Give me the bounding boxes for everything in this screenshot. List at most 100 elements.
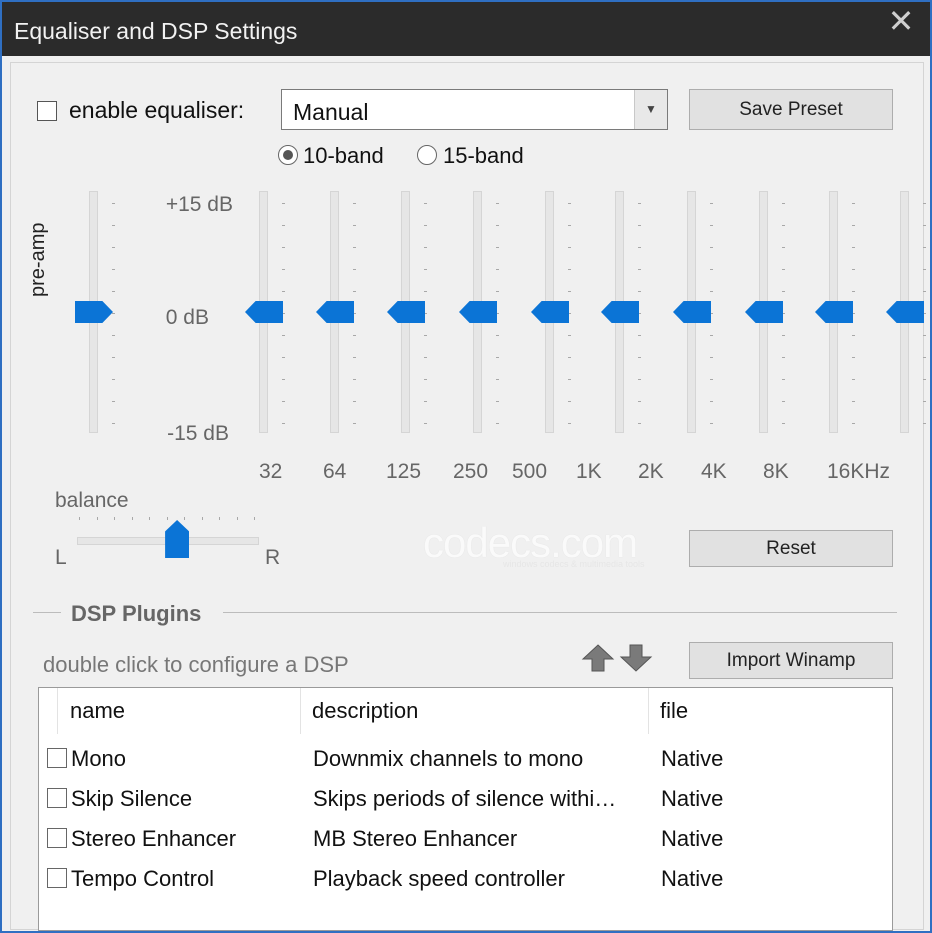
radio-10-band-label: 10-band	[303, 143, 384, 168]
reset-button[interactable]: Reset	[689, 530, 893, 567]
balance-tick	[201, 517, 203, 520]
column-header-name[interactable]: name	[70, 698, 125, 724]
band-125-slider-thumb[interactable]	[387, 301, 425, 323]
plugin-name: Skip Silence	[71, 786, 193, 811]
balance-tick	[184, 517, 185, 520]
enable-equaliser-label: enable equaliser:	[69, 97, 245, 123]
band-8K-slider-thumb[interactable]	[815, 301, 853, 323]
radio-15-band[interactable]	[417, 145, 437, 165]
plugin-description: MB Stereo Enhancer	[313, 826, 518, 851]
import-winamp-button[interactable]: Import Winamp	[689, 642, 893, 679]
enable-equaliser-checkbox[interactable]	[37, 101, 57, 121]
slider-tick	[424, 335, 427, 336]
slider-tick	[282, 291, 285, 292]
band-64-slider-thumb[interactable]	[316, 301, 354, 323]
plugin-enable-checkbox[interactable]	[47, 788, 67, 808]
slider-tick	[424, 269, 427, 270]
preamp-slider-thumb[interactable]	[75, 301, 113, 323]
slider-tick	[353, 203, 356, 204]
plugin-file: Native	[661, 786, 724, 811]
slider-tick	[568, 247, 571, 248]
plugin-file: Native	[661, 826, 724, 851]
slider-tick	[782, 291, 785, 292]
slider-tick	[353, 401, 356, 402]
plugin-enable-checkbox[interactable]	[47, 868, 67, 888]
slider-tick	[852, 225, 855, 226]
slider-tick	[112, 357, 115, 358]
slider-tick	[353, 357, 356, 358]
table-row[interactable]: Mono Downmix channels to mono Native	[39, 738, 892, 778]
slider-tick	[112, 269, 115, 270]
column-separator	[300, 688, 301, 734]
dsp-plugin-table[interactable]: name description file Mono Downmix chann…	[38, 687, 893, 931]
plugin-description: Downmix channels to mono	[313, 746, 584, 771]
table-row[interactable]: Tempo Control Playback speed controller …	[39, 858, 892, 898]
column-separator	[57, 688, 58, 734]
band-16KHz-slider-thumb[interactable]	[886, 301, 924, 323]
slider-tick	[282, 423, 285, 424]
slider-tick	[852, 269, 855, 270]
slider-tick	[112, 291, 115, 292]
slider-tick	[424, 423, 427, 424]
band-2K-slider-thumb[interactable]	[673, 301, 711, 323]
band-500-slider-thumb[interactable]	[531, 301, 569, 323]
slider-tick	[710, 247, 713, 248]
slider-tick	[282, 203, 285, 204]
balance-right-label: R	[265, 546, 281, 569]
slider-tick	[568, 225, 571, 226]
slider-tick	[282, 225, 285, 226]
balance-tick	[236, 517, 238, 520]
close-icon[interactable]: ✕	[886, 5, 916, 37]
db-label-bottom: -15 dB	[167, 422, 229, 445]
slider-tick	[710, 335, 713, 336]
balance-tick	[114, 517, 115, 520]
slider-tick	[496, 335, 499, 336]
window-title: Equaliser and DSP Settings	[14, 18, 298, 44]
column-header-file[interactable]: file	[660, 698, 688, 724]
slider-tick	[112, 225, 115, 226]
table-row[interactable]: Skip Silence Skips periods of silence wi…	[39, 778, 892, 818]
plugin-description: Playback speed controller	[313, 866, 565, 891]
move-down-icon[interactable]	[619, 643, 653, 673]
plugin-enable-checkbox[interactable]	[47, 748, 67, 768]
balance-tick	[96, 517, 98, 520]
slider-tick	[424, 357, 427, 358]
plugin-enable-checkbox[interactable]	[47, 828, 67, 848]
slider-tick	[923, 247, 926, 248]
slider-tick	[112, 313, 115, 314]
band-32-slider-thumb[interactable]	[245, 301, 283, 323]
slider-tick	[496, 423, 499, 424]
move-up-icon[interactable]	[581, 643, 615, 673]
slider-tick	[710, 423, 713, 424]
band-1K-slider-thumb[interactable]	[601, 301, 639, 323]
slider-tick	[282, 401, 285, 402]
slider-tick	[782, 203, 785, 204]
slider-tick	[638, 401, 641, 402]
chevron-down-icon[interactable]: ▼	[634, 90, 667, 129]
slider-tick	[638, 225, 641, 226]
preset-dropdown[interactable]: Manual ▼	[281, 89, 668, 130]
slider-tick	[424, 291, 427, 292]
slider-tick	[923, 379, 926, 380]
balance-slider-thumb[interactable]	[165, 520, 190, 558]
slider-tick	[282, 269, 285, 270]
table-row[interactable]: Stereo Enhancer MB Stereo Enhancer Nativ…	[39, 818, 892, 858]
slider-tick	[782, 225, 785, 226]
band-4K-slider-thumb[interactable]	[745, 301, 783, 323]
title-bar[interactable]: Equaliser and DSP Settings ✕	[2, 2, 930, 56]
column-header-description[interactable]: description	[312, 698, 418, 724]
slider-tick	[923, 225, 926, 226]
slider-tick	[496, 379, 499, 380]
slider-tick	[710, 291, 713, 292]
slider-tick	[112, 203, 115, 204]
save-preset-button[interactable]: Save Preset	[689, 89, 893, 130]
slider-tick	[112, 401, 115, 402]
balance-tick	[79, 517, 80, 520]
slider-tick	[852, 203, 855, 204]
radio-15-band-label: 15-band	[443, 143, 524, 168]
band-250-slider-thumb[interactable]	[459, 301, 497, 323]
radio-10-band[interactable]	[278, 145, 298, 165]
plugin-name: Tempo Control	[71, 866, 215, 891]
slider-tick	[353, 379, 356, 380]
slider-tick	[282, 247, 285, 248]
